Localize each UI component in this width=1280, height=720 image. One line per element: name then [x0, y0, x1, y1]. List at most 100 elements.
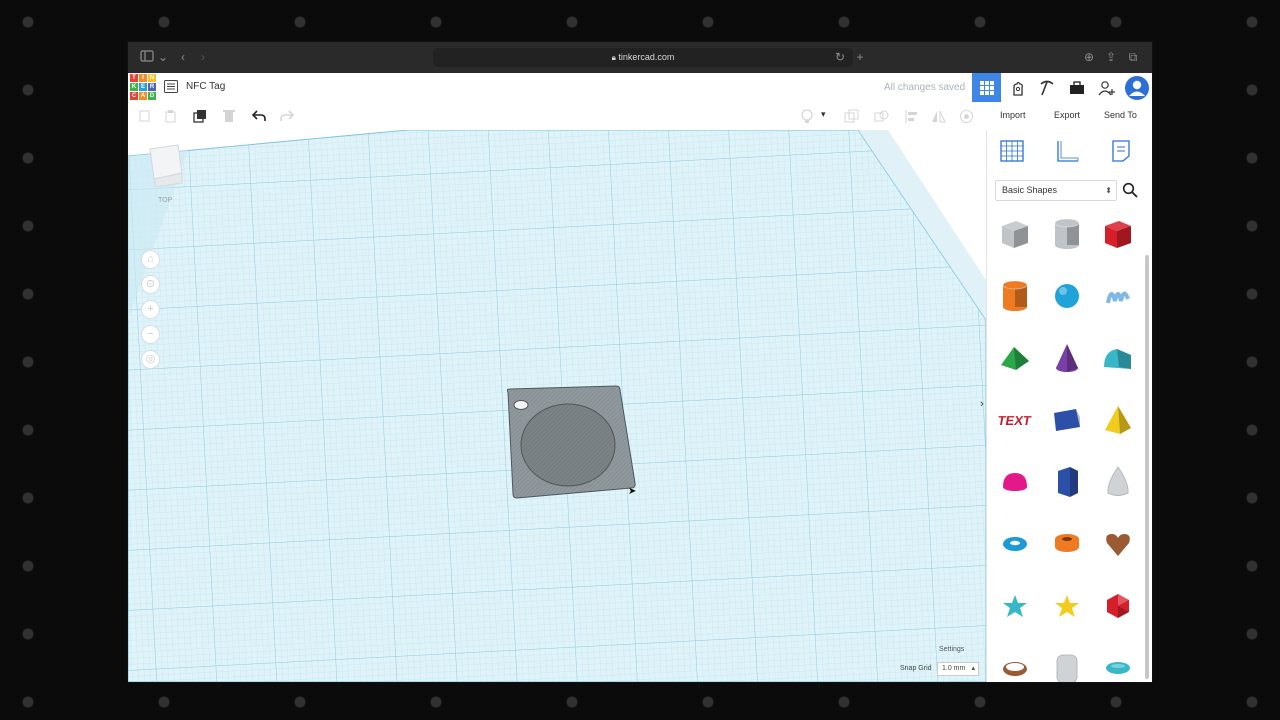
ungroup-icon[interactable] — [874, 109, 889, 123]
shape-polygon[interactable] — [1047, 462, 1087, 502]
shape-sphere[interactable] — [1047, 276, 1087, 316]
zoom-in-icon[interactable]: + — [141, 300, 160, 319]
shape-ellipsoid[interactable] — [1098, 648, 1138, 682]
account-button[interactable] — [1122, 73, 1151, 102]
search-icon[interactable] — [1122, 182, 1138, 198]
shape-heart[interactable] — [1098, 524, 1138, 564]
polygon-icon — [1058, 467, 1078, 497]
light-bulb-icon[interactable] — [800, 109, 814, 123]
edit-toolbar: ▾ Import Export Send To — [128, 102, 1152, 131]
icosahedron-icon — [1107, 594, 1129, 618]
shape-capsule[interactable] — [1047, 648, 1087, 682]
panel-scrollbar[interactable] — [1145, 255, 1149, 679]
back-icon[interactable]: ‹ — [176, 50, 190, 64]
svg-text:TEXT: TEXT — [998, 413, 1032, 428]
shape-cylinder[interactable] — [995, 276, 1035, 316]
workplane-viewport[interactable]: ➤ TOP ⌂ ⊙ + − ◎ Settings Snap Grid 1.0 m… — [128, 130, 986, 682]
shape-paraboloid[interactable] — [1098, 462, 1138, 502]
shape-ring[interactable] — [995, 648, 1035, 682]
ellipsoid-icon — [1106, 662, 1130, 674]
tabs-overview-icon[interactable]: ⧉ — [1126, 50, 1140, 64]
cylinder-icon — [1002, 280, 1028, 311]
group-icon[interactable] — [844, 109, 859, 123]
logo-letter: N — [148, 74, 156, 82]
paste-icon[interactable] — [164, 109, 178, 123]
add-user-icon — [1098, 80, 1115, 95]
shape-icosahedron[interactable] — [1098, 586, 1138, 626]
import-button[interactable]: Import — [1000, 110, 1026, 120]
view-cube[interactable] — [148, 143, 184, 187]
shape-box[interactable] — [1098, 214, 1138, 254]
3d-view-button[interactable] — [972, 73, 1001, 102]
caret-down-icon[interactable]: ▾ — [821, 109, 835, 123]
paraboloid-icon — [1107, 466, 1129, 496]
shape-cylinder-hole[interactable] — [1047, 214, 1087, 254]
shape-wedge[interactable] — [1047, 400, 1087, 440]
shape-box-hole[interactable] — [995, 214, 1035, 254]
app-header: TIN KER CAD NFC Tag All changes saved — [128, 73, 1152, 103]
add-collaborator-button[interactable] — [1092, 73, 1121, 102]
shape-star[interactable] — [995, 586, 1035, 626]
download-icon[interactable]: ⊕ — [1082, 50, 1096, 64]
copy-icon[interactable] — [138, 109, 152, 123]
redo-icon[interactable] — [279, 109, 295, 123]
half-sphere-icon — [1003, 473, 1027, 491]
star-icon — [1003, 595, 1027, 617]
bricks-button[interactable] — [1032, 73, 1061, 102]
shape-tube[interactable] — [1047, 524, 1087, 564]
export-button[interactable]: Export — [1054, 110, 1080, 120]
sphere-icon — [1055, 284, 1079, 308]
shape-scribble[interactable] — [1098, 276, 1138, 316]
perspective-icon[interactable]: ◎ — [141, 350, 160, 369]
duplicate-icon[interactable] — [193, 109, 207, 123]
fit-view-icon[interactable]: ⊙ — [141, 275, 160, 294]
new-tab-plus-icon[interactable]: + — [853, 50, 867, 64]
home-view-icon[interactable]: ⌂ — [141, 250, 160, 269]
logo-letter: I — [139, 74, 147, 82]
nfc-tag-model[interactable] — [500, 385, 640, 510]
zoom-out-icon[interactable]: − — [141, 325, 160, 344]
sidebar-toggle-icon[interactable] — [140, 50, 154, 64]
capsule-icon — [1056, 654, 1078, 682]
shape-round-roof[interactable] — [1098, 338, 1138, 378]
cone-icon — [1056, 344, 1078, 372]
mirror-icon[interactable] — [931, 109, 946, 123]
notes-tab[interactable] — [1109, 138, 1135, 164]
shapes-panel: Basic Shapes ⬍ TEXT — [986, 130, 1152, 682]
share-icon[interactable]: ⇪ — [1104, 50, 1118, 64]
design-list-icon[interactable] — [164, 80, 178, 93]
ruler-icon — [1057, 141, 1079, 162]
panel-collapse-icon[interactable]: › — [980, 398, 984, 410]
document-title[interactable]: NFC Tag — [186, 81, 225, 92]
chevron-down-icon[interactable]: ⌄ — [156, 50, 170, 64]
browser-window: ⌄ ‹ › 🔒︎ tinkercad.com ↻ + ⊕ ⇪ ⧉ TIN KER C… — [128, 42, 1152, 682]
reload-icon[interactable]: ↻ — [833, 50, 847, 64]
ruler-tab[interactable] — [1055, 138, 1081, 164]
snap-grid-select[interactable]: 1.0 mm ▴ — [937, 662, 979, 676]
settings-link[interactable]: Settings — [939, 646, 964, 653]
shape-roof[interactable] — [995, 338, 1035, 378]
align-icon[interactable] — [904, 109, 918, 123]
shape-text[interactable]: TEXT — [995, 400, 1035, 440]
select-arrows-icon: ⬍ — [1105, 186, 1112, 195]
forward-icon[interactable]: › — [196, 50, 210, 64]
shape-cone[interactable] — [1047, 338, 1087, 378]
delete-icon[interactable] — [222, 109, 236, 123]
cruise-icon[interactable] — [959, 109, 973, 123]
shape-half-sphere[interactable] — [995, 462, 1035, 502]
workplane-tab[interactable] — [999, 138, 1025, 164]
note-icon — [1112, 140, 1130, 162]
address-bar[interactable]: 🔒︎ tinkercad.com — [433, 48, 853, 67]
blocks-button[interactable] — [1003, 73, 1032, 102]
briefcase-icon — [1069, 80, 1084, 94]
text-icon: TEXT — [998, 413, 1032, 428]
sim-lab-button[interactable] — [1062, 73, 1091, 102]
shape-torus[interactable] — [995, 524, 1035, 564]
undo-icon[interactable] — [251, 109, 266, 123]
tinkercad-logo[interactable]: TIN KER CAD — [130, 74, 156, 100]
send-to-button[interactable]: Send To — [1104, 110, 1137, 120]
shape-star-gold[interactable] — [1047, 586, 1087, 626]
shape-pyramid[interactable] — [1098, 400, 1138, 440]
pickaxe-icon — [1039, 80, 1054, 95]
shape-category-select[interactable]: Basic Shapes ⬍ — [995, 180, 1117, 201]
